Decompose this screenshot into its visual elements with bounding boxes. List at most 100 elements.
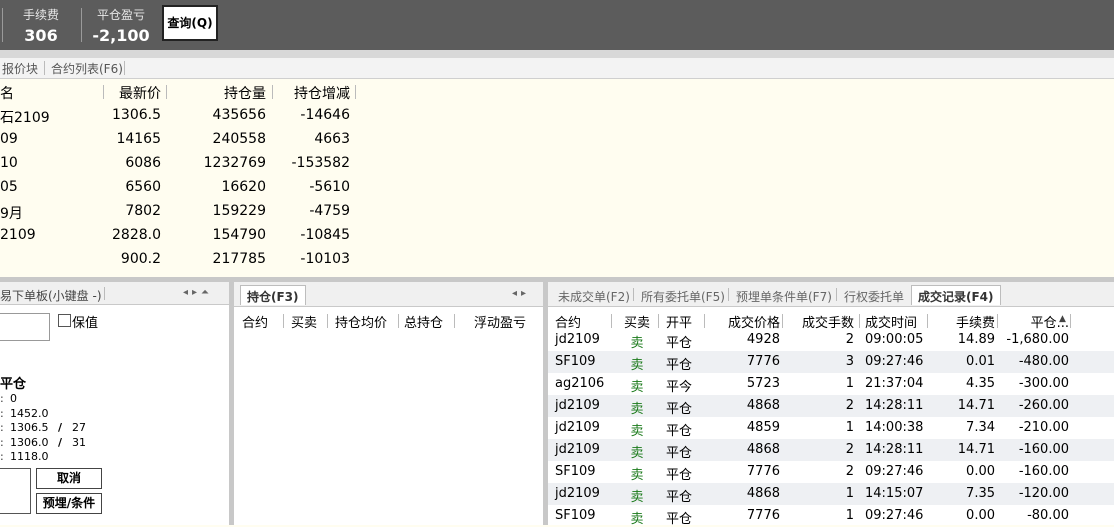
price-line-value[interactable]: 1118.0	[10, 450, 49, 463]
divider	[859, 314, 860, 328]
trade-fee: 7.34	[966, 420, 995, 435]
trade-time: 14:15:07	[865, 486, 924, 501]
trade-row[interactable]: jd2109 卖 平仓 4928 2 09:00:05 14.89 -1,680.00	[548, 329, 1114, 351]
quote-contract-name: 石2109	[0, 110, 50, 126]
col-header-floating-pnl[interactable]: 浮动盈亏	[474, 312, 526, 331]
close-pnl-stat: 平仓盈亏 -2,100	[90, 6, 152, 45]
divider	[166, 85, 167, 99]
order-button[interactable]	[0, 468, 31, 514]
trade-side: 卖	[630, 380, 644, 395]
col-header-open-interest[interactable]: 持仓量	[170, 83, 266, 103]
hedge-checkbox[interactable]	[58, 314, 71, 327]
tab-preset-orders[interactable]: 预埋单条件单(F7)	[736, 288, 832, 305]
trade-row[interactable]: ag2106 卖 平今 5723 1 21:37:04 4.35 -300.00	[548, 373, 1114, 395]
trade-qty: 1	[845, 508, 854, 523]
trade-row[interactable]: jd2109 卖 平仓 4868 2 14:28:11 14.71 -260.00	[548, 395, 1114, 417]
col-header-total-position[interactable]: 总持仓	[404, 312, 443, 331]
view-tab-strip: 报价块 合约列表(F6)	[0, 58, 1114, 79]
trade-side: 卖	[630, 336, 644, 351]
quote-last-price: 900.2	[120, 251, 161, 267]
price-line-value[interactable]: 1452.0	[10, 407, 49, 420]
close-position-label[interactable]: 平仓	[0, 373, 26, 392]
position-panel: 持仓(F3) ◂▸ 合约 买卖 持仓均价 总持仓 浮动盈亏	[234, 282, 543, 525]
tab-all-orders[interactable]: 所有委托单(F5)	[641, 288, 725, 305]
trade-time: 21:37:04	[865, 376, 924, 391]
trade-row[interactable]: SF109 卖 平仓 7776 1 09:27:46 0.00 -80.00	[548, 505, 1114, 527]
price-line-value[interactable]: 1306.0	[10, 436, 49, 449]
quote-last-price: 14165	[116, 131, 161, 147]
trade-time: 09:00:05	[865, 332, 924, 347]
col-header-avg-price[interactable]: 持仓均价	[335, 312, 387, 331]
col-header-contract[interactable]: 合约	[242, 312, 268, 331]
tab-contract-list[interactable]: 合约列表(F6)	[51, 60, 123, 77]
trade-fee: 0.00	[966, 508, 995, 523]
trade-qty: 1	[845, 376, 854, 391]
preset-condition-button[interactable]: 预埋/条件	[36, 493, 102, 514]
quote-oi-change: -5610	[309, 179, 350, 195]
divider	[398, 314, 399, 328]
trade-side: 卖	[630, 512, 644, 527]
trade-row[interactable]: jd2109 卖 平仓 4868 1 14:15:07 7.35 -120.00	[548, 483, 1114, 505]
trade-price: 4868	[746, 398, 780, 413]
trade-row[interactable]: SF109 卖 平仓 7776 2 09:27:46 0.00 -160.00	[548, 461, 1114, 483]
trade-qty: 2	[845, 398, 854, 413]
quote-table: 名 最新价 持仓量 持仓增减 石2109 1306.5 435656 -14646 09…	[0, 79, 1114, 277]
price-line-value[interactable]: 1306.5	[10, 421, 49, 434]
trade-qty: 1	[845, 420, 854, 435]
trade-tabbar: 未成交单(F2) 所有委托单(F5) 预埋单条件单(F7) 行权委托单 成交记录…	[548, 282, 1114, 307]
trade-row[interactable]: SF109 卖 平仓 7776 3 09:27:46 0.01 -480.00	[548, 351, 1114, 373]
trade-contract: SF109	[555, 464, 596, 479]
quote-row[interactable]: 10 6086 1232769 -153582	[0, 155, 1114, 177]
cancel-button[interactable]: 取消	[36, 468, 102, 489]
quote-open-interest: 240558	[212, 131, 266, 147]
trade-qty: 1	[845, 486, 854, 501]
price-line-value[interactable]: 0	[10, 392, 17, 405]
trade-close-pnl: -160.00	[1018, 464, 1069, 479]
trade-price: 7776	[746, 354, 780, 369]
quote-row[interactable]: 900.2 217785 -10103	[0, 251, 1114, 273]
tab-unfilled-orders[interactable]: 未成交单(F2)	[558, 288, 630, 305]
col-header-oi-change[interactable]: 持仓增减	[276, 83, 350, 103]
tab-positions[interactable]: 持仓(F3)	[240, 285, 306, 305]
quote-row[interactable]: 05 6560 16620 -5610	[0, 179, 1114, 201]
trade-open-close: 平仓	[666, 446, 693, 461]
quote-row[interactable]: 9月 7802 159229 -4759	[0, 203, 1114, 225]
nav-arrows-icon[interactable]: ◂▸⏶	[183, 287, 213, 298]
trade-time: 14:00:38	[865, 420, 924, 435]
col-header-name[interactable]: 名	[0, 83, 14, 103]
quote-row[interactable]: 09 14165 240558 4663	[0, 131, 1114, 153]
tab-trade-records[interactable]: 成交记录(F4)	[911, 285, 1001, 305]
trade-contract: jd2109	[555, 420, 600, 435]
trade-contract: ag2106	[555, 376, 605, 391]
quote-last-price: 2828.0	[112, 227, 161, 243]
quote-row[interactable]: 2109 2828.0 154790 -10845	[0, 227, 1114, 249]
trade-price: 4859	[746, 420, 780, 435]
quote-row[interactable]: 石2109 1306.5 435656 -14646	[0, 107, 1114, 129]
tab-quote-block[interactable]: 报价块	[2, 60, 38, 77]
tab-exercise-orders[interactable]: 行权委托单	[844, 288, 904, 305]
quote-open-interest: 217785	[212, 251, 266, 267]
trade-time: 14:28:11	[865, 398, 924, 413]
trade-open-close: 平仓	[666, 490, 693, 505]
trade-close-pnl: -1,680.00	[1006, 332, 1069, 347]
trade-row[interactable]: jd2109 卖 平仓 4868 2 14:28:11 14.71 -160.00	[548, 439, 1114, 461]
quote-contract-name: 09	[0, 131, 18, 147]
quantity-input[interactable]	[0, 313, 50, 341]
col-header-last-price[interactable]: 最新价	[104, 83, 161, 103]
col-header-side[interactable]: 买卖	[291, 312, 317, 331]
trade-open-close: 平仓	[666, 468, 693, 483]
quote-contract-name: 9月	[0, 206, 23, 222]
trade-side: 卖	[630, 358, 644, 373]
fee-label: 手续费	[22, 8, 59, 22]
nav-arrows-icon[interactable]: ◂▸	[512, 288, 530, 299]
quote-oi-change: -14646	[300, 107, 350, 123]
price-line-volume: 27	[72, 421, 86, 435]
quote-open-interest: 154790	[212, 227, 266, 243]
trade-row[interactable]: jd2109 卖 平仓 4859 1 14:00:38 7.34 -210.00	[548, 417, 1114, 439]
trade-fee: 14.71	[957, 398, 995, 413]
price-line-marker: :	[0, 435, 4, 449]
query-button[interactable]: 查询(Q)	[162, 5, 218, 41]
sort-ascending-icon[interactable]: ▲	[1059, 314, 1066, 324]
trade-qty: 2	[845, 464, 854, 479]
top-summary-bar: 手续费 306 平仓盈亏 -2,100 查询(Q)	[0, 0, 1114, 50]
